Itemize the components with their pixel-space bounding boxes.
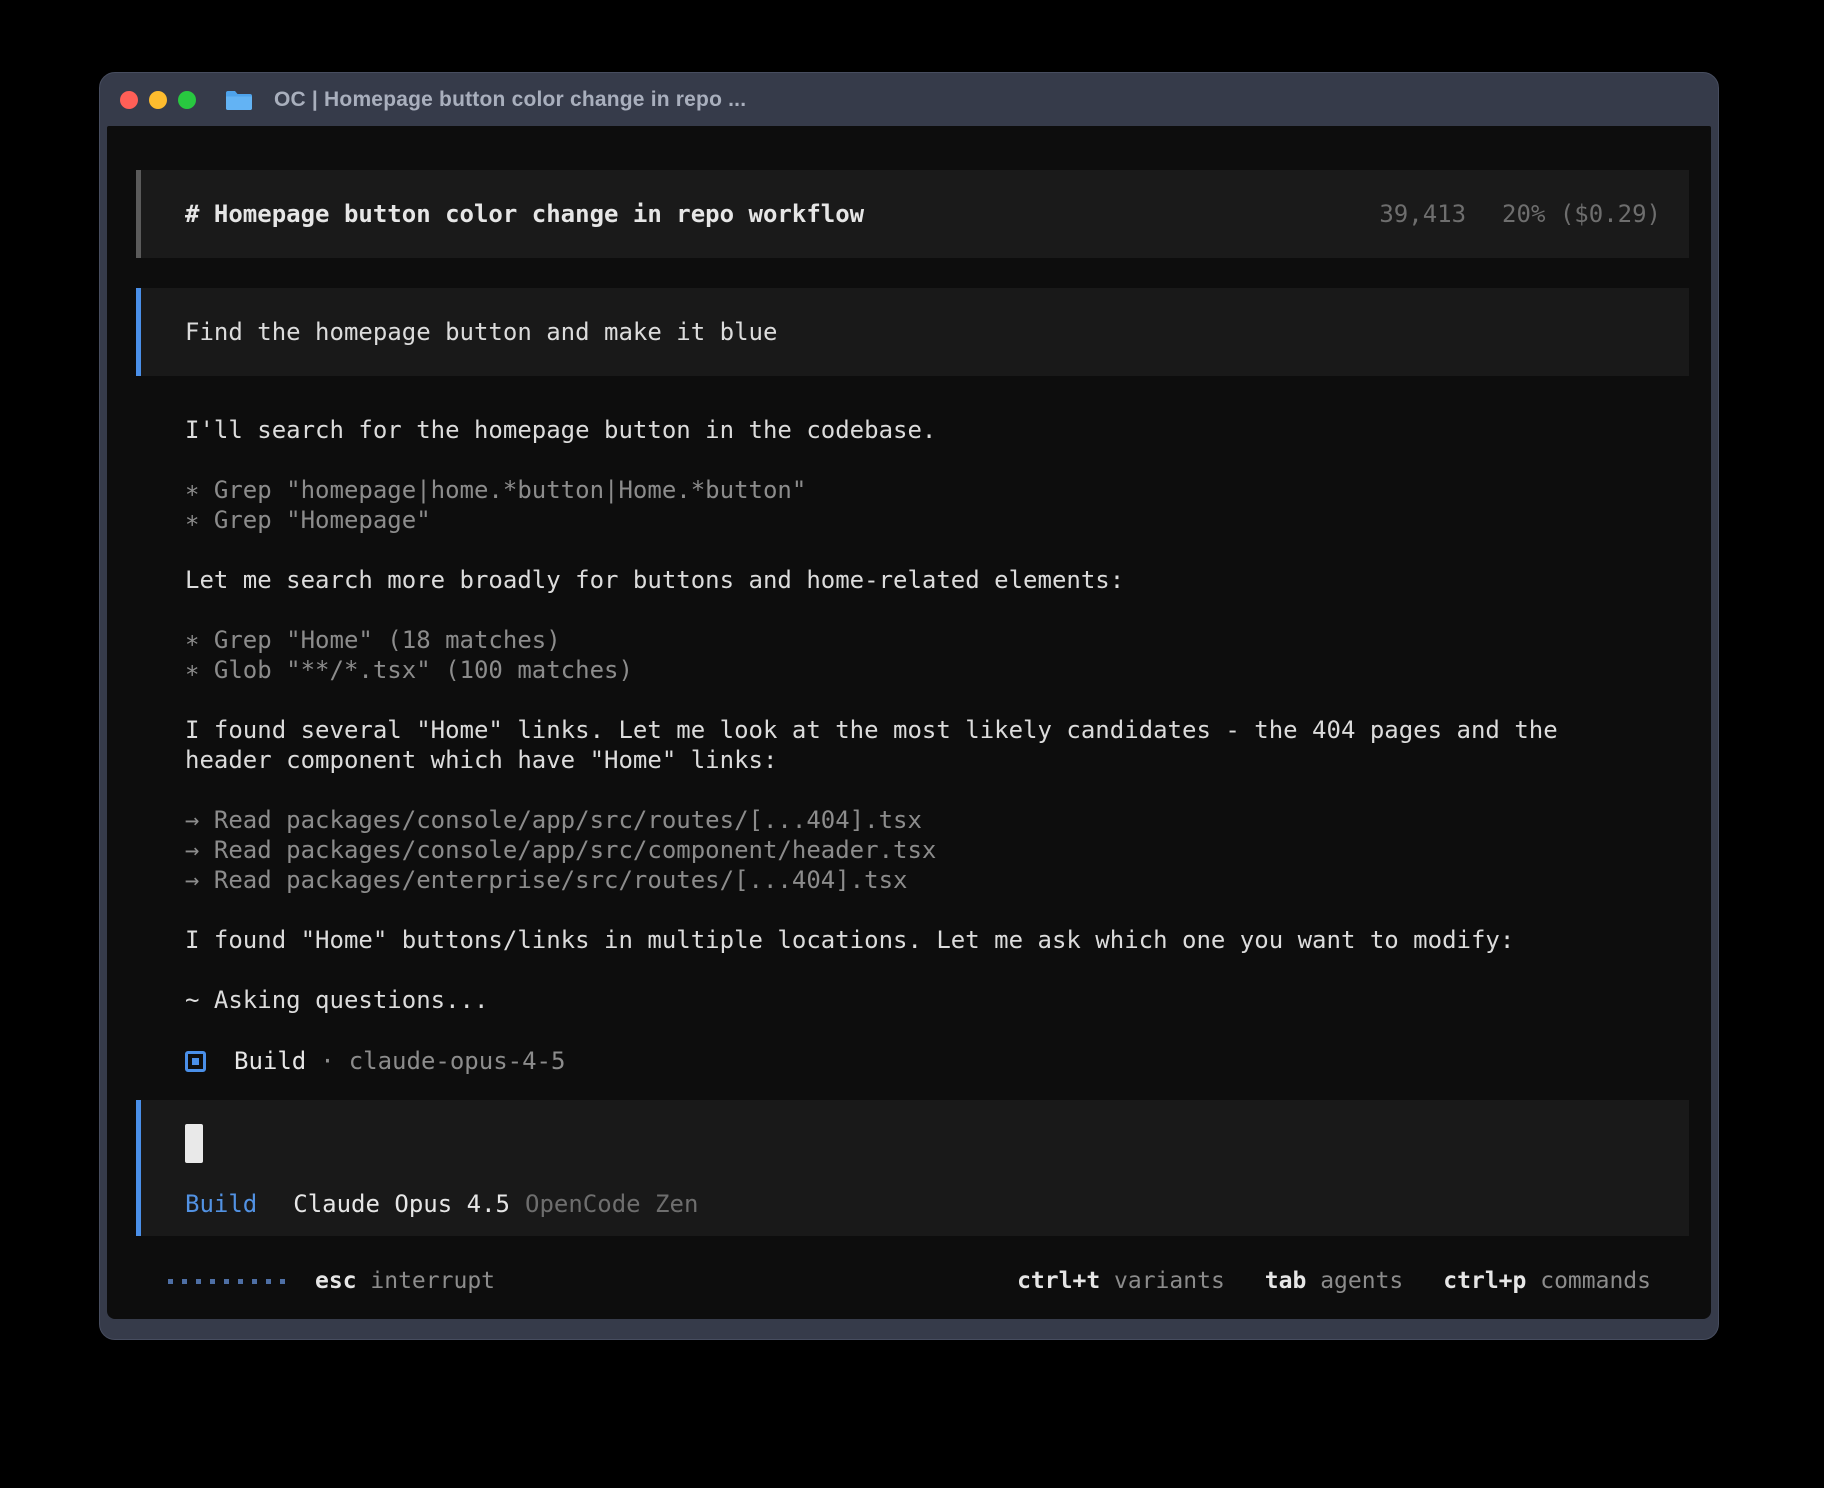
transcript-line bbox=[185, 776, 1689, 806]
window-title: OC | Homepage button color change in rep… bbox=[274, 88, 746, 112]
title-bar: OC | Homepage button color change in rep… bbox=[100, 73, 1718, 126]
transcript-line bbox=[185, 896, 1689, 926]
transcript-line: Let me search more broadly for buttons a… bbox=[185, 566, 1689, 596]
transcript-line: I'll search for the homepage button in t… bbox=[185, 416, 1689, 446]
status-right: ctrl+t variants tab agents ctrl+p comman… bbox=[1017, 1268, 1651, 1294]
shortcut-agents: tab agents bbox=[1265, 1268, 1403, 1294]
token-count: 39,413 bbox=[1379, 200, 1466, 228]
transcript-line bbox=[185, 956, 1689, 986]
transcript-line: I found "Home" buttons/links in multiple… bbox=[185, 926, 1689, 956]
working-dot bbox=[252, 1279, 257, 1284]
session-title: # Homepage button color change in repo w… bbox=[185, 200, 864, 228]
transcript-line bbox=[185, 596, 1689, 626]
working-dot bbox=[224, 1279, 229, 1284]
transcript-line bbox=[185, 446, 1689, 476]
status-left: esc interrupt bbox=[168, 1268, 495, 1294]
shortcut-commands: ctrl+p commands bbox=[1443, 1268, 1651, 1294]
transcript-line: ∗ Glob "**/*.tsx" (100 matches) bbox=[185, 656, 1689, 686]
shortcut-variants: ctrl+t variants bbox=[1017, 1268, 1225, 1294]
transcript-line bbox=[185, 1016, 1689, 1046]
transcript-line bbox=[185, 536, 1689, 566]
close-button[interactable] bbox=[120, 91, 138, 109]
working-dots bbox=[168, 1279, 285, 1284]
agent-name: Build bbox=[234, 1047, 306, 1075]
build-agent-icon bbox=[185, 1051, 206, 1072]
transcript-line: I found several "Home" links. Let me loo… bbox=[185, 716, 1689, 746]
transcript-line: → Read packages/console/app/src/componen… bbox=[185, 836, 1689, 866]
window-frame-bottom bbox=[100, 1319, 1718, 1339]
transcript-line: ∗ Grep "homepage|home.*button|Home.*butt… bbox=[185, 476, 1689, 506]
session-header: # Homepage button color change in repo w… bbox=[136, 170, 1689, 258]
text-cursor bbox=[185, 1124, 203, 1163]
zoom-button[interactable] bbox=[178, 91, 196, 109]
transcript-line: → Read packages/console/app/src/routes/[… bbox=[185, 806, 1689, 836]
working-dot bbox=[182, 1279, 187, 1284]
input-provider-label: OpenCode Zen bbox=[525, 1190, 698, 1218]
user-message-text: Find the homepage button and make it blu… bbox=[185, 318, 777, 346]
agent-model: claude-opus-4-5 bbox=[349, 1047, 566, 1075]
working-dot bbox=[196, 1279, 201, 1284]
transcript-line: ∗ Grep "Home" (18 matches) bbox=[185, 626, 1689, 656]
transcript: I'll search for the homepage button in t… bbox=[136, 416, 1689, 1046]
transcript-line bbox=[185, 686, 1689, 716]
input-footer: Build Claude Opus 4.5 OpenCode Zen bbox=[185, 1190, 1661, 1218]
agent-status-row: Build · claude-opus-4-5 bbox=[136, 1046, 1689, 1076]
session-stats: 39,413 20% ($0.29) bbox=[1379, 200, 1661, 228]
transcript-line: ~ Asking questions... bbox=[185, 986, 1689, 1016]
minimize-button[interactable] bbox=[149, 91, 167, 109]
user-message: Find the homepage button and make it blu… bbox=[136, 288, 1689, 376]
working-dot bbox=[210, 1279, 215, 1284]
shortcut-interrupt: esc interrupt bbox=[315, 1268, 495, 1294]
input-agent-label[interactable]: Build bbox=[185, 1190, 257, 1218]
prompt-input[interactable]: Build Claude Opus 4.5 OpenCode Zen bbox=[136, 1100, 1689, 1236]
folder-icon bbox=[225, 89, 253, 111]
transcript-line: ∗ Grep "Homepage" bbox=[185, 506, 1689, 536]
transcript-line: header component which have "Home" links… bbox=[185, 746, 1689, 776]
terminal-window: OC | Homepage button color change in rep… bbox=[99, 72, 1719, 1340]
transcript-line: → Read packages/enterprise/src/routes/[.… bbox=[185, 866, 1689, 896]
working-dot bbox=[168, 1279, 173, 1284]
status-bar: esc interrupt ctrl+t variants tab agents… bbox=[136, 1266, 1689, 1296]
working-dot bbox=[266, 1279, 271, 1284]
working-dot bbox=[280, 1279, 285, 1284]
terminal-content: # Homepage button color change in repo w… bbox=[107, 126, 1711, 1319]
context-cost: 20% ($0.29) bbox=[1502, 200, 1661, 228]
working-dot bbox=[238, 1279, 243, 1284]
agent-separator: · bbox=[320, 1047, 334, 1075]
input-model-label[interactable]: Claude Opus 4.5 bbox=[293, 1190, 510, 1218]
